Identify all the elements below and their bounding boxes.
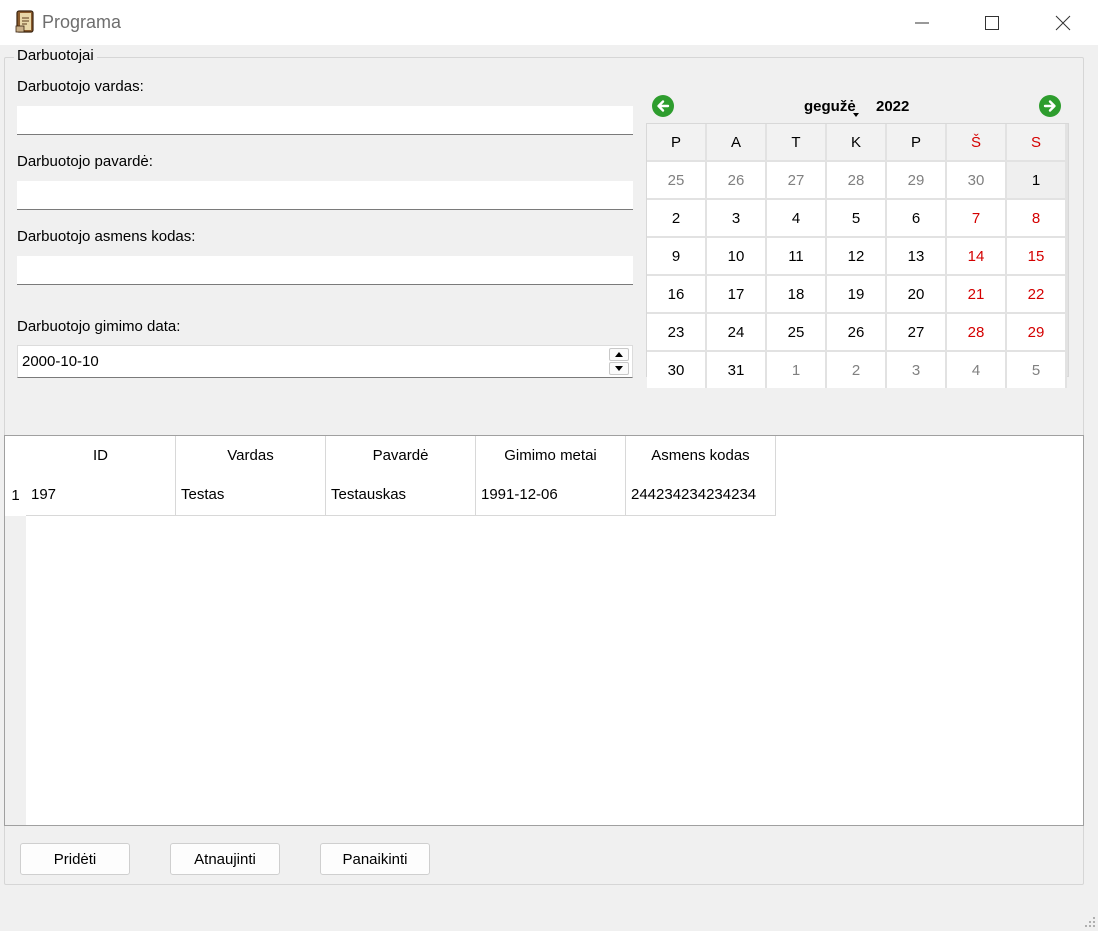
spin-down-button[interactable] [609,362,629,375]
title-bar: Programa [0,0,1098,45]
calendar-day[interactable]: 5 [1007,352,1067,388]
row-header[interactable]: 1 [5,474,26,516]
calendar-day[interactable]: 29 [1007,314,1067,350]
name-input[interactable] [17,106,633,135]
delete-button[interactable]: Panaikinti [320,843,430,875]
calendar-next-month-button[interactable] [1039,95,1061,117]
groupbox-title: Darbuotojai [14,47,97,64]
calendar-day[interactable]: 27 [767,162,827,198]
calendar-day[interactable]: 8 [1007,200,1067,236]
calendar-day[interactable]: 7 [947,200,1007,236]
weekday-header: T [767,124,827,160]
refresh-button[interactable]: Atnaujinti [170,843,280,875]
personal-code-input[interactable] [17,256,633,285]
close-icon [1055,15,1071,30]
weekday-header: A [707,124,767,160]
birth-date-value: 2000-10-10 [22,353,99,370]
window-title: Programa [42,12,122,32]
calendar-day[interactable]: 26 [827,314,887,350]
column-header-surname[interactable]: Pavardė [326,436,476,474]
calendar-year-selector[interactable]: 2022 [876,98,909,115]
personal-code-label: Darbuotojo asmens kodas: [17,228,196,245]
close-button[interactable] [1028,0,1098,45]
birth-date-label: Darbuotojo gimimo data: [17,318,181,335]
calendar-day[interactable]: 25 [647,162,707,198]
add-button[interactable]: Pridėti [20,843,130,875]
calendar-day[interactable]: 11 [767,238,827,274]
calendar-month-selector[interactable]: gegužė [804,98,856,115]
calendar-day[interactable]: 25 [767,314,827,350]
surname-label: Darbuotojo pavardė: [17,153,153,170]
calendar-day[interactable]: 2 [827,352,887,388]
table-cell[interactable]: 1991-12-06 [476,474,626,516]
calendar-day[interactable]: 19 [827,276,887,312]
name-label: Darbuotojo vardas: [17,78,144,95]
column-header-birth-year[interactable]: Gimimo metai [476,436,626,474]
table-corner[interactable] [5,436,26,474]
minimize-button[interactable] [887,0,957,45]
calendar-day[interactable]: 10 [707,238,767,274]
calendar-day[interactable]: 4 [947,352,1007,388]
table-cell[interactable]: Testas [176,474,326,516]
weekday-header: Š [947,124,1007,160]
column-header-personal-code[interactable]: Asmens kodas [626,436,776,474]
maximize-icon [985,15,999,30]
maximize-button[interactable] [957,0,1027,45]
weekday-header: K [827,124,887,160]
calendar-day[interactable]: 30 [947,162,1007,198]
calendar-day[interactable]: 1 [767,352,827,388]
calendar-day[interactable]: 31 [707,352,767,388]
calendar-day[interactable]: 21 [947,276,1007,312]
calendar-day[interactable]: 9 [647,238,707,274]
calendar-day[interactable]: 26 [707,162,767,198]
resize-grip-icon[interactable] [1084,916,1096,928]
calendar-day[interactable]: 4 [767,200,827,236]
weekday-header: P [647,124,707,160]
table-cell[interactable]: Testauskas [326,474,476,516]
calendar-day[interactable]: 24 [707,314,767,350]
calendar-day[interactable]: 20 [887,276,947,312]
employees-table[interactable]: 1 ID Vardas Pavardė Gimimo metai Asmens … [4,435,1084,826]
calendar-day[interactable]: 3 [887,352,947,388]
calendar-day[interactable]: 17 [707,276,767,312]
column-header-id[interactable]: ID [26,436,176,474]
book-icon [15,10,34,33]
arrow-up-icon [615,352,623,357]
weekday-header: P [887,124,947,160]
calendar-day[interactable]: 5 [827,200,887,236]
birth-date-edit[interactable]: 2000-10-10 [17,345,633,378]
surname-input[interactable] [17,181,633,210]
chevron-down-icon [853,113,859,117]
calendar-prev-month-button[interactable] [652,95,674,117]
arrow-right-icon [1043,100,1056,112]
calendar-grid: P A T K P Š S 25 26 27 28 29 30 1 2 3 4 … [646,123,1069,388]
calendar-day[interactable]: 12 [827,238,887,274]
calendar-day[interactable]: 23 [647,314,707,350]
arrow-left-icon [657,100,670,112]
column-header-name[interactable]: Vardas [176,436,326,474]
calendar-day[interactable]: 22 [1007,276,1067,312]
calendar-day[interactable]: 6 [887,200,947,236]
table-cell[interactable]: 244234234234234 [626,474,776,516]
calendar-day[interactable]: 16 [647,276,707,312]
calendar-day[interactable]: 15 [1007,238,1067,274]
table-cell[interactable]: 197 [26,474,176,516]
calendar-day[interactable]: 28 [827,162,887,198]
calendar-day[interactable]: 28 [947,314,1007,350]
calendar-day-selected[interactable]: 1 [1007,162,1067,198]
calendar-day[interactable]: 18 [767,276,827,312]
calendar-day[interactable]: 14 [947,238,1007,274]
calendar-day[interactable]: 13 [887,238,947,274]
minimize-icon [915,22,929,23]
calendar-day[interactable]: 30 [647,352,707,388]
calendar-day[interactable]: 3 [707,200,767,236]
arrow-down-icon [615,366,623,371]
spin-up-button[interactable] [609,348,629,361]
calendar-day[interactable]: 27 [887,314,947,350]
calendar-day[interactable]: 2 [647,200,707,236]
weekday-header: S [1007,124,1067,160]
calendar-day[interactable]: 29 [887,162,947,198]
